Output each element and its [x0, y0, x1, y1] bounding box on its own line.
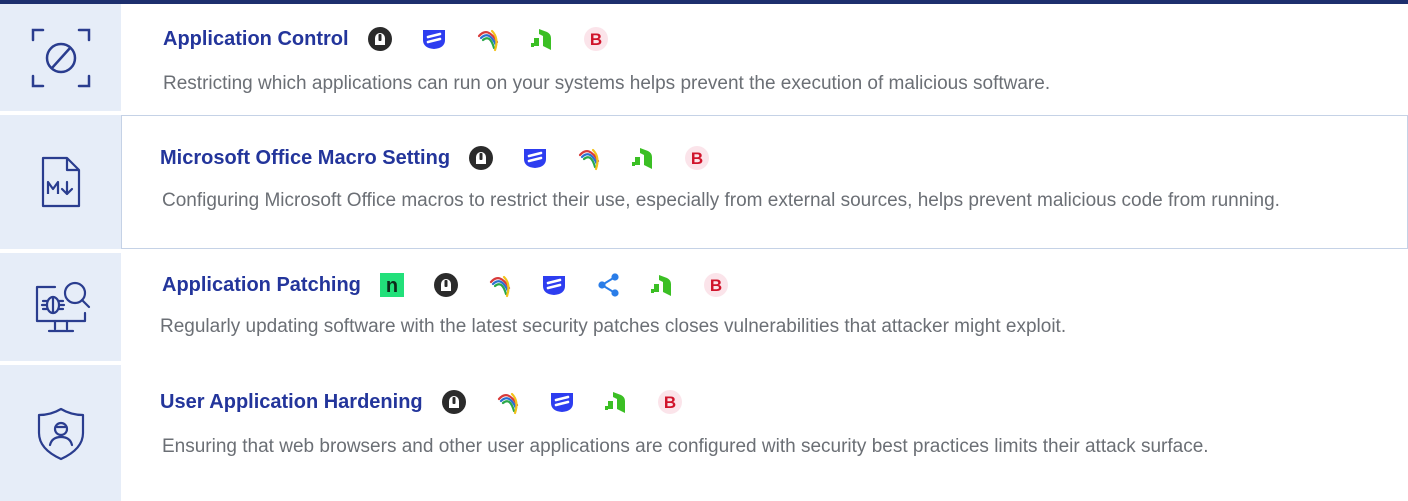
icon-panel	[0, 4, 121, 111]
control-title: Application Control	[163, 27, 349, 50]
blocked-circle-icon	[31, 28, 90, 87]
control-title-line: Microsoft Office Macro Setting B	[160, 143, 738, 173]
lock-shield-logo	[367, 26, 393, 52]
control-description: Configuring Microsoft Office macros to r…	[162, 190, 1280, 211]
lock-shield-logo	[441, 389, 467, 415]
vendor-logos: B	[367, 26, 637, 52]
vendor-logos: n B	[379, 272, 757, 298]
lock-shield-logo	[468, 145, 494, 171]
red-b-logo: B	[703, 272, 729, 298]
bug-monitor-search-icon	[35, 281, 90, 333]
green-steps-logo	[649, 272, 675, 298]
red-b-logo: B	[684, 145, 710, 171]
control-row-user-app-hardening: User Application Hardening B Ensuring th…	[0, 365, 1408, 501]
b-letter: B	[710, 276, 722, 295]
red-b-logo: B	[657, 389, 683, 415]
blue-stripes-logo	[522, 145, 548, 171]
green-steps-logo	[630, 145, 656, 171]
control-title-line: Application Control B	[163, 24, 637, 54]
vendor-logos: B	[441, 389, 711, 415]
red-b-logo: B	[583, 26, 609, 52]
icon-panel	[0, 253, 121, 361]
green-steps-logo	[529, 26, 555, 52]
control-title: Application Patching	[162, 273, 361, 296]
control-title-line: User Application Hardening B	[160, 387, 711, 417]
blue-stripes-logo	[421, 26, 447, 52]
control-description: Regularly updating software with the lat…	[160, 316, 1067, 337]
rainbow-arc-logo	[495, 389, 521, 415]
highlighted-row-box	[121, 115, 1408, 249]
b-letter: B	[589, 30, 601, 49]
rainbow-arc-logo	[487, 272, 513, 298]
icon-panel	[0, 365, 121, 501]
blue-stripes-logo	[541, 272, 567, 298]
vendor-logos: B	[468, 145, 738, 171]
control-title: User Application Hardening	[160, 390, 423, 413]
control-row-office-macro: Microsoft Office Macro Setting B Configu…	[0, 115, 1408, 249]
user-shield-icon	[37, 407, 84, 461]
markdown-file-icon	[41, 156, 80, 208]
control-row-application-control: Application Control B Restricting which …	[0, 4, 1408, 111]
n-letter: n	[386, 275, 398, 297]
b-letter: B	[664, 393, 676, 412]
b-letter: B	[691, 149, 703, 168]
control-title: Microsoft Office Macro Setting	[160, 146, 451, 169]
n-square-logo: n	[379, 272, 405, 298]
icon-panel	[0, 115, 121, 249]
green-steps-logo	[603, 389, 629, 415]
rainbow-arc-logo	[475, 26, 501, 52]
rainbow-arc-logo	[576, 145, 602, 171]
blue-stripes-logo	[549, 389, 575, 415]
lock-shield-logo	[433, 272, 459, 298]
control-row-application-patching: Application Patching n B Regularly updat…	[0, 253, 1408, 361]
control-description: Restricting which applications can run o…	[163, 73, 1051, 94]
share-nodes-logo	[595, 272, 621, 298]
control-description: Ensuring that web browsers and other use…	[162, 436, 1209, 457]
control-title-line: Application Patching n B	[162, 270, 757, 300]
